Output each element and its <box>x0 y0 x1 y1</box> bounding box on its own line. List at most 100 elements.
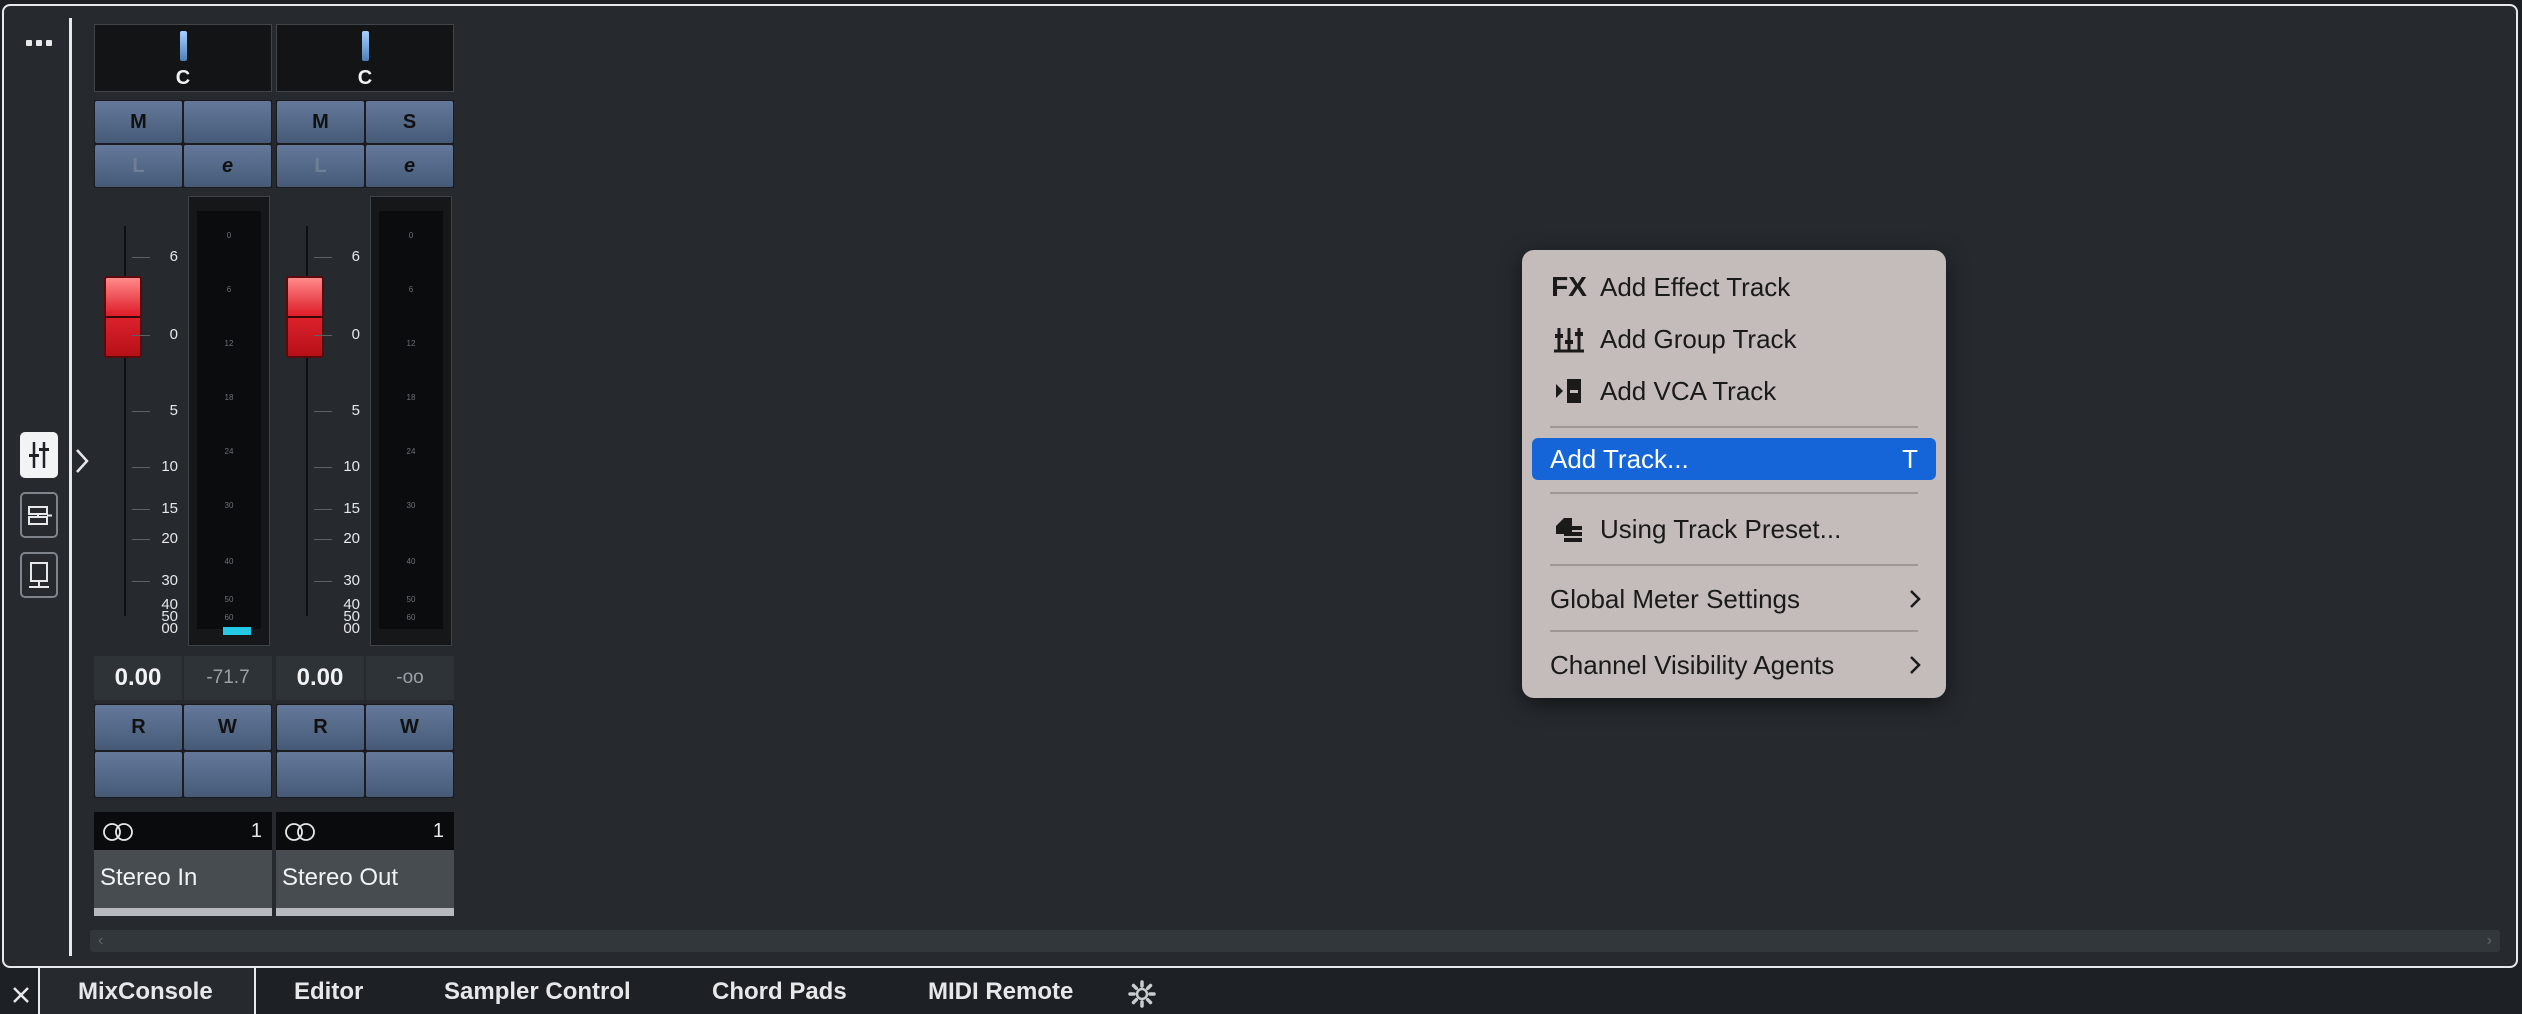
scale-label: 20 <box>343 530 360 547</box>
meter-peak-indicator <box>223 627 251 635</box>
channel-color-bar <box>94 908 272 916</box>
chevron-right-icon <box>1910 590 1921 608</box>
edit-button[interactable]: e <box>366 145 453 187</box>
meter-label: 18 <box>224 393 234 402</box>
tab-chord-pads[interactable]: Chord Pads <box>712 978 847 1006</box>
write-automation-button[interactable]: W <box>366 705 453 750</box>
scale-tick <box>132 509 150 510</box>
fader-section: 6 0 5 10 15 20 30 40 50 00 0 6 12 18 24 … <box>276 196 454 646</box>
volume-fader[interactable] <box>104 276 142 358</box>
tab-mixconsole[interactable]: MixConsole <box>78 978 213 1006</box>
write-automation-button[interactable]: W <box>184 705 271 750</box>
tab-sampler-control[interactable]: Sampler Control <box>444 978 631 1006</box>
empty-slot-button[interactable] <box>184 752 271 797</box>
expand-arrow-icon[interactable] <box>74 446 90 476</box>
peak-value[interactable]: -oo <box>366 656 454 700</box>
solo-button[interactable]: S <box>366 101 453 143</box>
menu-item-global-meter-settings[interactable]: Global Meter Settings <box>1532 578 1936 620</box>
solo-button[interactable] <box>184 101 271 143</box>
meter-label: 6 <box>408 285 414 294</box>
pan-indicator <box>180 31 187 61</box>
io-row[interactable]: 1 <box>94 812 272 850</box>
read-automation-button[interactable]: R <box>95 705 182 750</box>
pan-control[interactable]: C <box>276 24 454 92</box>
ellipsis-icon[interactable] <box>22 36 56 50</box>
meter-label: 24 <box>406 447 416 456</box>
meter-label: 30 <box>224 501 234 510</box>
gain-value[interactable]: 0.00 <box>276 656 364 700</box>
menu-item-channel-visibility-agents[interactable]: Channel Visibility Agents <box>1532 644 1936 686</box>
meter-label: 60 <box>224 613 234 622</box>
scale-label: 10 <box>343 458 360 475</box>
menu-item-label: Add Group Track <box>1600 323 1797 354</box>
menu-item-add-track[interactable]: Add Track... T <box>1532 438 1936 480</box>
meter-label: 12 <box>224 339 234 348</box>
menu-item-add-group-track[interactable]: Add Group Track <box>1532 318 1936 360</box>
channel-strip-stereo-out: C M S L e 6 0 5 10 15 20 30 40 50 00 0 6… <box>276 24 454 916</box>
scale-tick <box>314 257 332 258</box>
scale-tick <box>314 509 332 510</box>
listen-button[interactable]: L <box>95 145 182 187</box>
mute-button[interactable]: M <box>277 101 364 143</box>
empty-slot-button[interactable] <box>277 752 364 797</box>
menu-item-label: Add Track... <box>1550 443 1689 474</box>
tab-editor[interactable]: Editor <box>294 978 363 1006</box>
channel-name: Stereo In <box>100 864 198 891</box>
stereo-icon <box>103 823 133 841</box>
horizontal-scrollbar[interactable]: ‹ › <box>90 930 2500 952</box>
volume-fader[interactable] <box>286 276 324 358</box>
meter-label: 12 <box>406 339 416 348</box>
scale-label: 0 <box>351 326 360 343</box>
menu-separator <box>1550 426 1918 428</box>
close-icon[interactable] <box>6 980 36 1010</box>
menu-separator <box>1550 492 1918 494</box>
scale-label: 30 <box>161 572 178 589</box>
meter-label: 30 <box>406 501 416 510</box>
edit-button[interactable]: e <box>184 145 271 187</box>
routing-icon[interactable] <box>20 492 58 538</box>
meter-label: 24 <box>224 447 234 456</box>
channel-name-field[interactable]: Stereo Out <box>276 850 454 916</box>
meter-label: 18 <box>406 393 416 402</box>
menu-separator <box>1550 564 1918 566</box>
gear-icon[interactable] <box>1128 980 1156 1008</box>
scale-tick <box>132 411 150 412</box>
mixer-icon[interactable] <box>20 432 58 478</box>
menu-item-add-effect-track[interactable]: FX Add Effect Track <box>1532 266 1936 308</box>
value-readouts: 0.00 -oo <box>276 656 454 700</box>
menu-item-add-vca-track[interactable]: Add VCA Track <box>1532 370 1936 412</box>
stereo-icon <box>285 823 315 841</box>
scale-label: 15 <box>343 500 360 517</box>
menu-item-label: Add VCA Track <box>1600 375 1777 406</box>
scale-tick <box>314 335 332 336</box>
scale-label: 20 <box>161 530 178 547</box>
scroll-right-icon[interactable]: › <box>2487 932 2492 950</box>
empty-slot-button[interactable] <box>366 752 453 797</box>
channel-name-field[interactable]: Stereo In <box>94 850 272 916</box>
scale-label: 00 <box>343 620 360 637</box>
meter-label: 50 <box>406 595 416 604</box>
vca-track-icon <box>1548 375 1590 407</box>
pan-control[interactable]: C <box>94 24 272 92</box>
meter-label: 40 <box>406 557 416 566</box>
menu-item-label: Global Meter Settings <box>1550 583 1801 614</box>
menu-separator <box>1550 630 1918 632</box>
shortcut-label: T <box>1902 443 1918 474</box>
rack-icon[interactable] <box>20 552 58 598</box>
pan-label: C <box>357 67 373 89</box>
meter-label: 0 <box>408 231 414 240</box>
mute-button[interactable]: M <box>95 101 182 143</box>
scale-label: 15 <box>161 500 178 517</box>
scroll-left-icon[interactable]: ‹ <box>98 932 103 950</box>
gain-value[interactable]: 0.00 <box>94 656 182 700</box>
scale-tick <box>132 581 150 582</box>
tab-midi-remote[interactable]: MIDI Remote <box>928 978 1073 1006</box>
peak-value[interactable]: -71.7 <box>184 656 272 700</box>
empty-slot-button[interactable] <box>95 752 182 797</box>
io-row[interactable]: 1 <box>276 812 454 850</box>
listen-button[interactable]: L <box>277 145 364 187</box>
menu-item-using-track-preset[interactable]: Using Track Preset... <box>1532 508 1936 550</box>
read-automation-button[interactable]: R <box>277 705 364 750</box>
fx-icon: FX <box>1551 271 1587 302</box>
scale-tick <box>132 335 150 336</box>
